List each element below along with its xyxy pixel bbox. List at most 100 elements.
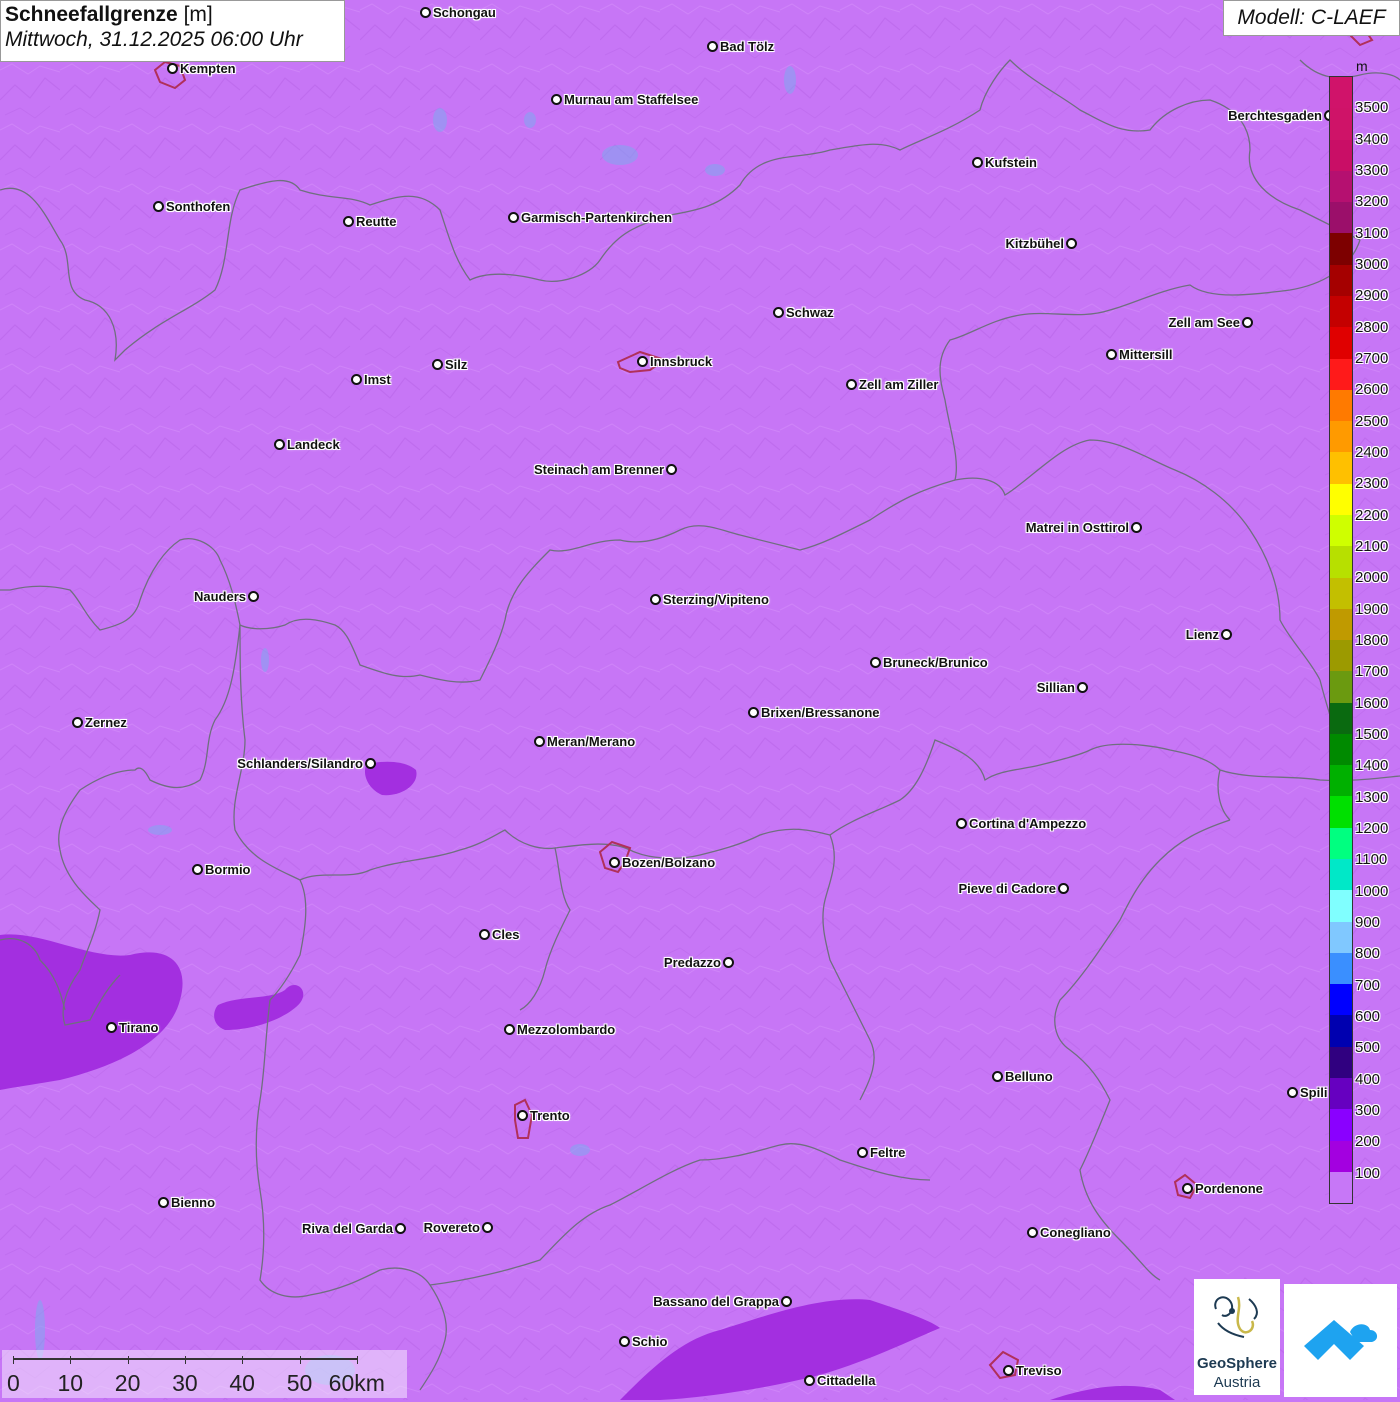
legend-tick-label: 1500 [1355, 726, 1389, 743]
city-label: Kufstein [985, 154, 1037, 170]
city-label: Tirano [119, 1019, 159, 1035]
city-marker[interactable]: Matrei in Osttirol [1026, 520, 1142, 535]
legend-swatch [1330, 233, 1352, 265]
city-marker[interactable]: Nauders [194, 589, 259, 604]
city-marker[interactable]: Tirano [106, 1020, 159, 1035]
legend-tick-label: 2500 [1355, 412, 1389, 430]
legend-swatch [1330, 796, 1352, 828]
city-marker[interactable]: Sillian [1037, 680, 1088, 695]
legend-swatch [1330, 859, 1352, 891]
city-marker[interactable]: Schwaz [773, 305, 834, 320]
city-marker[interactable]: Brixen/Bressanone [748, 705, 880, 720]
legend-swatch [1330, 765, 1352, 797]
city-marker[interactable]: Kempten [167, 61, 236, 76]
legend-tick-label: 2100 [1355, 538, 1389, 555]
city-label: Lienz [1185, 627, 1219, 642]
legend-swatch [1330, 733, 1352, 766]
city-marker[interactable]: Zell am Ziller [846, 377, 938, 392]
city-label: Bruneck/Brunico [883, 654, 988, 670]
city-marker[interactable]: Rovereto [424, 1220, 493, 1235]
city-marker[interactable]: Trento [517, 1108, 570, 1123]
city-marker[interactable]: Mittersill [1106, 347, 1172, 362]
city-dot-icon [479, 928, 490, 940]
city-marker[interactable]: Kitzbühel [1006, 236, 1077, 251]
city-marker[interactable]: Cortina d'Ampezzo [956, 816, 1086, 831]
city-label: Innsbruck [650, 353, 713, 369]
city-marker[interactable]: Bormio [192, 862, 251, 877]
city-marker[interactable]: Innsbruck [637, 354, 712, 369]
city-marker[interactable]: Cittadella [804, 1373, 876, 1388]
city-marker[interactable]: Sterzing/Vipiteno [650, 592, 769, 607]
city-marker[interactable]: Bassano del Grappa [653, 1294, 792, 1309]
legend-swatch [1330, 952, 1352, 985]
city-marker[interactable]: Pordenone [1182, 1181, 1263, 1196]
city-marker[interactable]: Schlanders/Silandro [237, 756, 376, 771]
city-marker[interactable]: Silz [432, 357, 467, 372]
city-marker[interactable]: Bad Tölz [707, 39, 774, 54]
city-marker[interactable]: Pieve di Cadore [958, 881, 1069, 896]
legend-swatch [1330, 483, 1352, 515]
legend-swatch [1330, 890, 1352, 922]
scale-tick [299, 1356, 301, 1364]
city-label: Matrei in Osttirol [1025, 520, 1129, 535]
city-marker[interactable]: Imst [351, 372, 391, 387]
city-marker[interactable]: Belluno [992, 1069, 1053, 1084]
city-label: Spili [1300, 1084, 1328, 1100]
legend-swatch [1330, 108, 1352, 140]
city-dot-icon [781, 1296, 792, 1307]
city-marker[interactable]: Steinach am Brenner [534, 462, 677, 477]
city-marker[interactable]: Sonthofen [153, 199, 230, 214]
city-marker[interactable]: Conegliano [1027, 1225, 1111, 1240]
city-marker[interactable]: Zernez [72, 715, 127, 730]
city-label: Pieve di Cadore [958, 881, 1056, 896]
geosphere-country: Austria [1213, 1374, 1261, 1391]
city-marker[interactable]: Bienno [158, 1195, 215, 1210]
legend-tick-label: 2900 [1355, 287, 1389, 305]
legend-swatch [1330, 389, 1352, 422]
city-marker[interactable]: Schongau [420, 5, 496, 20]
city-marker[interactable]: Cles [479, 927, 519, 942]
city-label: Sonthofen [166, 198, 231, 214]
city-marker[interactable]: Landeck [274, 437, 340, 452]
city-label: Riva del Garda [301, 1221, 393, 1236]
city-marker[interactable]: Zell am See [1168, 315, 1253, 330]
city-marker[interactable]: Spili [1287, 1085, 1327, 1100]
city-dot-icon [420, 6, 431, 18]
city-dot-icon [723, 957, 734, 968]
city-marker[interactable]: Kufstein [972, 155, 1037, 170]
city-dot-icon [992, 1070, 1003, 1082]
city-marker[interactable]: Murnau am Staffelsee [551, 92, 698, 107]
scale-tick [356, 1356, 358, 1364]
city-label: Murnau am Staffelsee [564, 91, 699, 107]
legend-swatch [1330, 1109, 1352, 1141]
scale-tick [127, 1356, 129, 1364]
city-marker[interactable]: Reutte [343, 214, 396, 229]
city-dot-icon [1287, 1086, 1298, 1098]
city-label: Feltre [870, 1144, 906, 1160]
legend-swatch [1330, 984, 1352, 1016]
city-marker[interactable]: Treviso [1003, 1363, 1062, 1378]
city-marker[interactable]: Garmisch-Partenkirchen [508, 210, 672, 225]
city-dot-icon [650, 593, 661, 605]
legend-swatch [1330, 1140, 1352, 1172]
city-marker[interactable]: Riva del Garda [302, 1221, 406, 1236]
map-title: Schneefallgrenze [m] [5, 3, 340, 27]
legend-tick-label: 2200 [1355, 506, 1389, 524]
city-dot-icon [1182, 1182, 1193, 1194]
city-marker[interactable]: Mezzolombardo [504, 1022, 615, 1037]
city-marker[interactable]: Schio [619, 1334, 667, 1349]
legend-swatch [1330, 139, 1352, 171]
city-label: Trento [530, 1107, 570, 1123]
city-marker[interactable]: Feltre [857, 1145, 905, 1160]
legend-tick-label: 1200 [1355, 820, 1389, 837]
scale-tick [13, 1356, 14, 1364]
city-marker[interactable]: Bruneck/Brunico [870, 655, 988, 670]
city-marker[interactable]: Berchtesgaden [1228, 108, 1335, 123]
city-marker[interactable]: Bozen/Bolzano [609, 855, 715, 870]
legend-tick-label: 3100 [1355, 224, 1389, 242]
city-marker[interactable]: Lienz [1186, 627, 1232, 642]
city-dot-icon [1077, 682, 1088, 693]
legend-swatch [1330, 1078, 1352, 1110]
city-marker[interactable]: Meran/Merano [534, 734, 635, 749]
city-marker[interactable]: Predazzo [664, 955, 734, 970]
